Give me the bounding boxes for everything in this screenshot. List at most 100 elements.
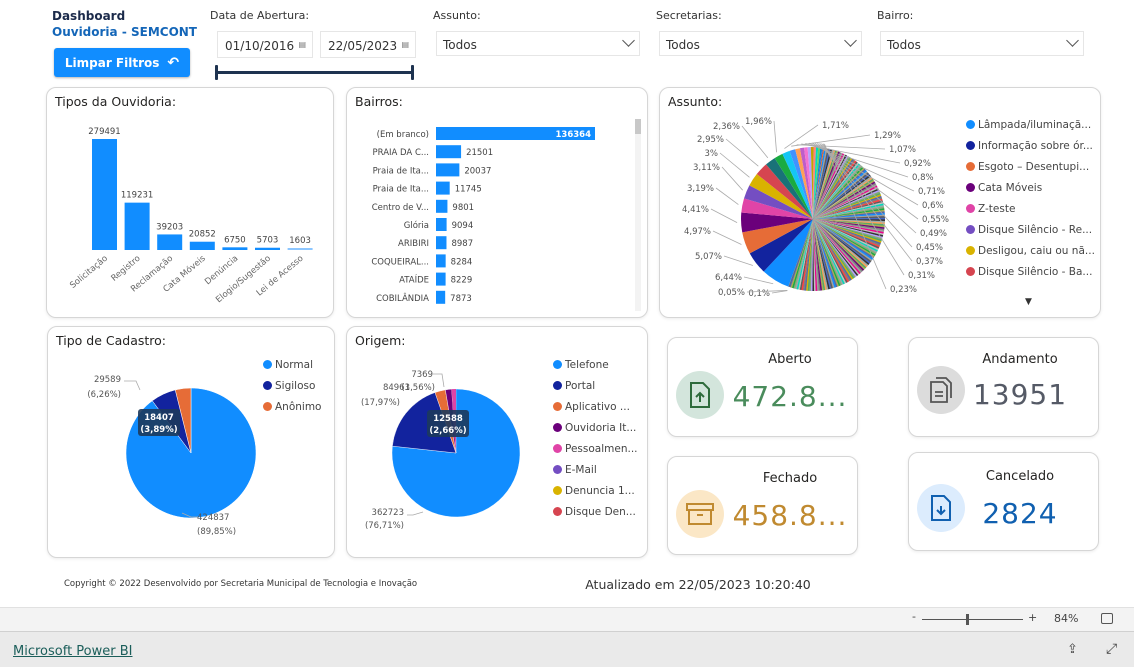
powerbi-footer: Microsoft Power BI ⇪ ⤢ bbox=[0, 631, 1134, 667]
bar-2 bbox=[436, 163, 460, 177]
kpi-cancelado-card: Cancelado 2824 bbox=[908, 452, 1099, 551]
bar-value-label: 11745 bbox=[455, 185, 482, 195]
legend-scroll-down-icon[interactable]: ▼ bbox=[1025, 297, 1032, 307]
start-date-input[interactable]: 01/10/2016 ▤ bbox=[217, 31, 313, 58]
kpi-label: Fechado bbox=[762, 471, 818, 486]
data-label: 7369 bbox=[411, 370, 433, 380]
data-label: 0,31% bbox=[908, 271, 935, 281]
data-label: (1,56%) bbox=[401, 383, 435, 393]
origem-chart-card[interactable]: Origem: 362723 (76,71%) 84963 (17,97%) 7369(… bbox=[346, 326, 648, 558]
legend-item[interactable]: Informação sobre ór... bbox=[966, 135, 1095, 156]
data-label: 0,49% bbox=[920, 229, 947, 239]
share-icon[interactable]: ⇪ bbox=[1067, 642, 1078, 657]
legend-dot bbox=[553, 465, 562, 474]
cadastro-chart-card[interactable]: Tipo de Cadastro: 424837 (89,85%) 29589 (6,… bbox=[47, 326, 335, 558]
secretarias-dropdown[interactable]: Todos bbox=[659, 31, 862, 56]
legend-item[interactable]: Telefone bbox=[553, 354, 638, 375]
end-date-input[interactable]: 22/05/2023 ▤ bbox=[320, 31, 416, 58]
dashboard-subtitle: Ouvidoria - SEMCONT bbox=[52, 25, 197, 39]
category-label: Praia de Ita... bbox=[373, 185, 429, 195]
leader-line bbox=[723, 255, 753, 266]
bar-value-label: 9094 bbox=[452, 221, 474, 231]
assunto-dropdown[interactable]: Todos bbox=[436, 31, 640, 56]
legend-item[interactable]: Lâmpada/iluminaçã... bbox=[966, 114, 1095, 135]
kpi-value: 13951 bbox=[972, 378, 1068, 411]
data-label: 6,44% bbox=[715, 273, 742, 283]
legend-dot bbox=[263, 381, 272, 390]
legend-item[interactable]: Denuncia 1... bbox=[553, 480, 638, 501]
fullscreen-icon[interactable]: ⤢ bbox=[1106, 641, 1117, 657]
legend-item[interactable]: Portal bbox=[553, 375, 638, 396]
tipos-chart-card[interactable]: Tipos da Ouvidoria: 279491 Solicitação 119… bbox=[46, 87, 334, 318]
fit-to-page-icon[interactable] bbox=[1101, 613, 1113, 624]
copyright-text: Copyright © 2022 Desenvolvido por Secret… bbox=[64, 579, 418, 589]
file-upload-icon bbox=[676, 371, 724, 419]
category-label: COBILÂNDIA bbox=[376, 292, 429, 304]
slider-start-handle[interactable] bbox=[215, 65, 218, 80]
legend-label: Anônimo bbox=[275, 400, 322, 413]
data-label: 1,29% bbox=[874, 131, 901, 141]
slider-end-handle[interactable] bbox=[411, 65, 414, 80]
legend-label: Lâmpada/iluminaçã... bbox=[978, 118, 1092, 131]
category-label: COQUEIRAL... bbox=[371, 257, 429, 267]
category-label: Centro de V... bbox=[372, 203, 429, 213]
legend-item[interactable]: Normal bbox=[263, 354, 322, 375]
legend-item[interactable]: Anônimo bbox=[263, 396, 322, 417]
data-label: 0,6% bbox=[922, 201, 944, 211]
legend-label: Aplicativo ... bbox=[565, 400, 630, 413]
kpi-label: Andamento bbox=[982, 352, 1058, 367]
legend-item[interactable]: Disque Den... bbox=[553, 501, 638, 522]
data-label: 3% bbox=[705, 149, 719, 159]
assunto-chart-card[interactable]: Assunto: 6,44% 5,07% 4,97% 4,41% 3,19% 3,11% 3… bbox=[659, 87, 1101, 318]
legend-item[interactable]: Disque Silêncio - Ba... bbox=[966, 261, 1095, 282]
data-label: (17,97%) bbox=[361, 398, 400, 408]
zoom-slider-thumb[interactable] bbox=[966, 614, 969, 625]
data-label: 0,23% bbox=[890, 285, 917, 295]
scrollbar-thumb[interactable] bbox=[635, 119, 641, 134]
legend-dot bbox=[966, 120, 975, 129]
assunto-legend: Lâmpada/iluminaçã... Informação sobre ór.… bbox=[966, 114, 1095, 282]
legend-item[interactable]: Cata Móveis bbox=[966, 177, 1095, 198]
legend-item[interactable]: Z-teste bbox=[966, 198, 1095, 219]
data-label: (2,66%) bbox=[429, 426, 466, 436]
legend-item[interactable]: Aplicativo ... bbox=[553, 396, 638, 417]
zoom-slider[interactable] bbox=[922, 614, 1023, 625]
zoom-out-button[interactable]: - bbox=[912, 610, 916, 623]
data-label: 0,55% bbox=[922, 215, 949, 225]
legend-item[interactable]: Sigiloso bbox=[263, 375, 322, 396]
bar-1 bbox=[124, 202, 150, 250]
zoom-in-button[interactable]: + bbox=[1028, 611, 1037, 624]
legend-item[interactable]: Disque Silêncio - Re... bbox=[966, 219, 1095, 240]
data-label: 1,71% bbox=[822, 121, 849, 131]
bar-3 bbox=[436, 181, 450, 195]
tipos-bar-chart: 279491Solicitação119231Registro39203Recl… bbox=[68, 127, 313, 305]
kpi-value: 472.8... bbox=[732, 380, 848, 413]
bar-7 bbox=[436, 254, 446, 268]
secretarias-filter-label: Secretarias: bbox=[656, 9, 722, 22]
end-date-value: 22/05/2023 bbox=[328, 39, 398, 53]
zoom-level: 84% bbox=[1054, 612, 1079, 625]
category-label: ATAÍDE bbox=[399, 274, 429, 286]
legend-item[interactable]: Esgoto – Desentupi... bbox=[966, 156, 1095, 177]
origem-legend: Telefone Portal Aplicativo ... Ouvidoria It… bbox=[553, 354, 638, 522]
microsoft-power-bi-link[interactable]: Microsoft Power BI bbox=[13, 644, 132, 659]
leader-line bbox=[710, 208, 738, 223]
legend-label: Denuncia 1... bbox=[565, 484, 635, 497]
legend-item[interactable]: E-Mail bbox=[553, 459, 638, 480]
legend-item[interactable]: Pessoalmen... bbox=[553, 438, 638, 459]
bairros-chart-card[interactable]: Bairros: (Em branco) 136364 PRAIA DA C... 2… bbox=[346, 87, 648, 318]
date-range-slider[interactable] bbox=[215, 65, 414, 80]
clear-filters-button[interactable]: Limpar Filtros ↶ bbox=[54, 48, 190, 77]
data-label: 0,71% bbox=[918, 187, 945, 197]
data-label: 4,41% bbox=[682, 205, 709, 215]
legend-item[interactable]: Ouvidoria It... bbox=[553, 417, 638, 438]
bairro-dropdown[interactable]: Todos bbox=[880, 31, 1084, 56]
legend-dot bbox=[966, 162, 975, 171]
bar-value-label: 8229 bbox=[451, 276, 473, 286]
calendar-icon[interactable]: ▤ bbox=[401, 40, 409, 49]
scrollbar[interactable] bbox=[635, 119, 641, 311]
legend-dot bbox=[553, 360, 562, 369]
calendar-icon[interactable]: ▤ bbox=[298, 40, 306, 49]
legend-item[interactable]: Desligou, caiu ou nã... bbox=[966, 240, 1095, 261]
legend-label: Z-teste bbox=[978, 202, 1016, 215]
